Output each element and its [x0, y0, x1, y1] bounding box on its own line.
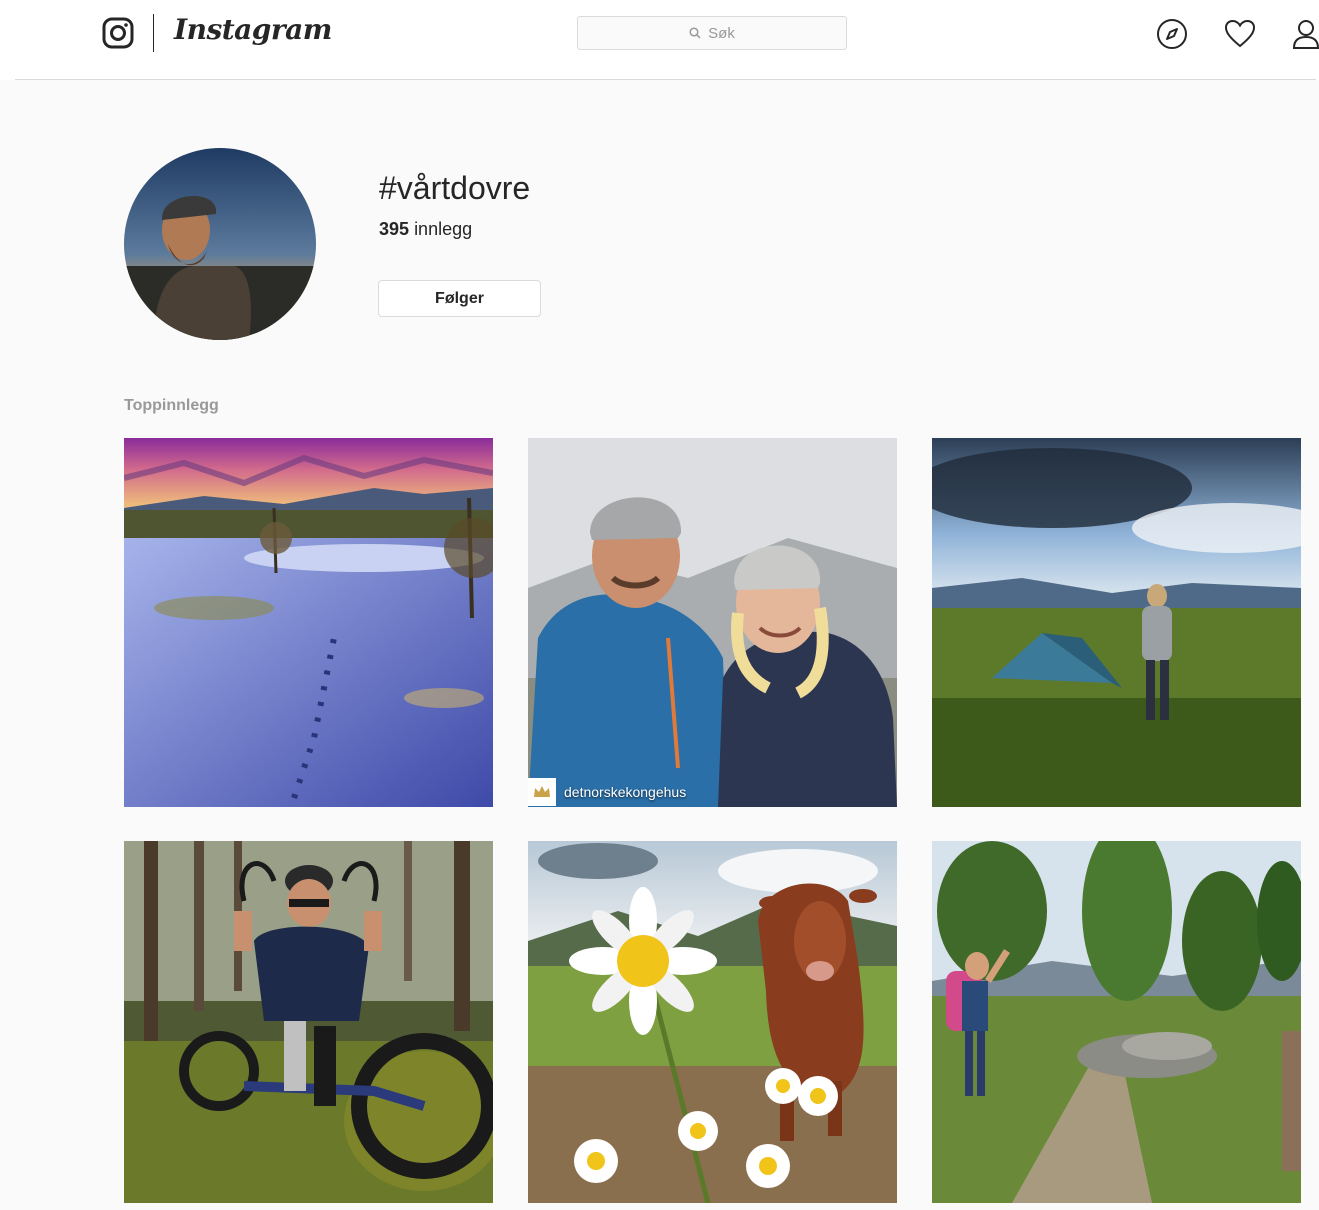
- top-navbar: Instagram Søk: [0, 0, 1319, 80]
- post-count-number: 395: [379, 219, 410, 239]
- post-count-label: innlegg: [414, 219, 473, 239]
- post-thumbnail[interactable]: [932, 841, 1301, 1210]
- crown-icon: [528, 778, 556, 806]
- heart-icon[interactable]: [1223, 17, 1257, 51]
- post-thumbnail[interactable]: [124, 438, 493, 807]
- post-thumbnail[interactable]: [528, 841, 897, 1210]
- search-icon: [689, 27, 701, 39]
- logo-divider: [153, 14, 154, 52]
- follow-button[interactable]: Følger: [378, 280, 541, 317]
- navbar-divider: [15, 79, 1316, 80]
- instagram-glyph-icon[interactable]: [102, 17, 134, 49]
- search-placeholder: Søk: [708, 24, 735, 42]
- hashtag-title: #vårtdovre: [379, 170, 531, 206]
- compass-icon[interactable]: [1155, 17, 1189, 51]
- post-thumbnail[interactable]: detnorskekongehus: [528, 438, 897, 807]
- post-thumbnail[interactable]: [124, 841, 493, 1210]
- search-input[interactable]: Søk: [577, 16, 847, 50]
- post-badge: detnorskekongehus: [528, 777, 686, 807]
- hashtag-avatar: [124, 148, 316, 340]
- post-badge-text: detnorskekongehus: [564, 784, 687, 800]
- post-count: 395 innlegg: [379, 219, 472, 240]
- instagram-wordmark[interactable]: Instagram: [174, 13, 332, 46]
- top-posts-label: Toppinnlegg: [124, 397, 219, 414]
- profile-icon[interactable]: [1289, 17, 1319, 51]
- post-thumbnail[interactable]: [932, 438, 1301, 807]
